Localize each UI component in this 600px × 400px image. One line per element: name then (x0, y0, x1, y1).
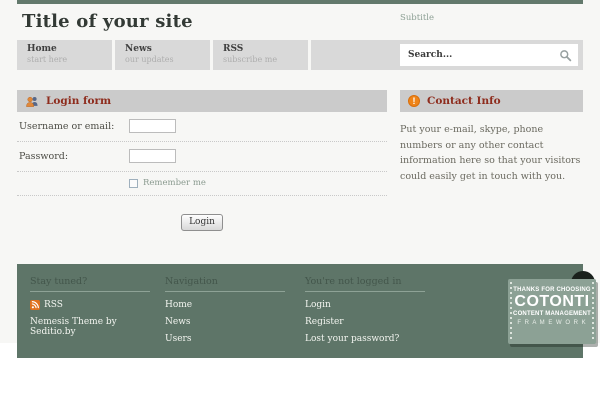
password-row: Password: (17, 142, 387, 172)
remember-checkbox[interactable] (129, 179, 138, 188)
badge-line-cms: CONTENT MANAGEMENT (508, 311, 596, 317)
footer-link-label: News (165, 317, 191, 327)
footer-link-users[interactable]: Users (165, 334, 305, 344)
badge-line-framework: F R A M E W O R K (508, 320, 596, 326)
footer-heading-not-logged-in: You're not logged in (305, 276, 425, 292)
username-label: Username or email: (19, 121, 129, 132)
main-navigation: Home start here News our updates RSS sub… (17, 40, 583, 70)
footer: Stay tuned? RSS Nemesis Theme by Sediti (17, 264, 583, 358)
badge-stamp: THANKS FOR CHOOSING COTONTI CONTENT MANA… (508, 279, 596, 344)
footer-link-home[interactable]: Home (165, 300, 305, 310)
footer-column-account: You're not logged in Login Register Lost… (305, 276, 465, 351)
nav-item-label: RSS (223, 44, 308, 54)
password-label: Password: (19, 151, 129, 162)
page-container: Title of your site Subtitle Home start h… (17, 0, 583, 358)
username-row: Username or email: (17, 112, 387, 142)
contact-info-panel: ! Contact Info Put your e-mail, skype, p… (400, 90, 583, 231)
nav-item-home[interactable]: Home start here (17, 40, 112, 70)
login-form-header: Login form (17, 90, 387, 112)
footer-list: Login Register Lost your password? (305, 300, 465, 344)
footer-heading-stay-tuned: Stay tuned? (30, 276, 150, 292)
nav-filler (311, 40, 583, 70)
footer-columns: Stay tuned? RSS Nemesis Theme by Sediti (30, 276, 583, 351)
footer-link-label: Users (165, 334, 191, 344)
login-form-panel: Login form Username or email: Password: … (17, 90, 387, 231)
search-input[interactable] (400, 50, 559, 60)
remember-row: Remember me (17, 172, 387, 196)
username-input[interactable] (129, 119, 176, 133)
nav-item-label: Home (27, 44, 112, 54)
footer-link-label: Home (165, 300, 192, 310)
footer-list: RSS Nemesis Theme by Seditio.by (30, 300, 165, 337)
exclamation-icon: ! (408, 95, 420, 107)
badge-line-cotonti: COTONTI (508, 293, 596, 311)
main-content: Login form Username or email: Password: … (17, 90, 583, 231)
search-box (400, 44, 578, 66)
nav-item-subtitle: subscribe me (223, 55, 308, 64)
footer-link-label: Register (305, 317, 344, 327)
footer-list: Home News Users (165, 300, 305, 344)
footer-link-label: Login (305, 300, 331, 310)
theme-credit: Nemesis Theme by Seditio.by (30, 317, 165, 337)
footer-link-rss[interactable]: RSS (30, 300, 165, 310)
search-icon[interactable] (559, 49, 572, 62)
login-button-row: Login (17, 196, 387, 231)
nav-item-subtitle: start here (27, 55, 112, 64)
contact-info-title: Contact Info (427, 95, 501, 107)
site-title: Title of your site (22, 11, 193, 32)
password-input[interactable] (129, 149, 176, 163)
nav-item-rss[interactable]: RSS subscribe me (213, 40, 308, 70)
site-header: Title of your site Subtitle (17, 4, 583, 40)
footer-link-register[interactable]: Register (305, 317, 465, 327)
nav-item-news[interactable]: News our updates (115, 40, 210, 70)
page: Title of your site Subtitle Home start h… (0, 0, 600, 400)
login-button[interactable]: Login (181, 214, 223, 231)
footer-column-navigation: Navigation Home News Users (165, 276, 305, 351)
contact-info-text: Put your e-mail, skype, phone numbers or… (400, 122, 583, 185)
site-subtitle: Subtitle (400, 13, 434, 23)
footer-column-stay-tuned: Stay tuned? RSS Nemesis Theme by Sediti (30, 276, 165, 351)
nav-item-subtitle: our updates (125, 55, 210, 64)
footer-link-lost-password[interactable]: Lost your password? (305, 334, 465, 344)
footer-link-login[interactable]: Login (305, 300, 465, 310)
users-icon (25, 95, 39, 108)
nav-item-label: News (125, 44, 210, 54)
footer-heading-navigation: Navigation (165, 276, 285, 292)
remember-label[interactable]: Remember me (143, 178, 206, 188)
cotonti-badge[interactable]: THANKS FOR CHOOSING COTONTI CONTENT MANA… (508, 279, 596, 344)
footer-link-label: RSS (44, 300, 63, 310)
footer-link-label: Lost your password? (305, 334, 399, 344)
rss-icon (30, 300, 40, 310)
footer-link-news[interactable]: News (165, 317, 305, 327)
login-form-title: Login form (46, 95, 111, 107)
contact-info-header: ! Contact Info (400, 90, 583, 112)
